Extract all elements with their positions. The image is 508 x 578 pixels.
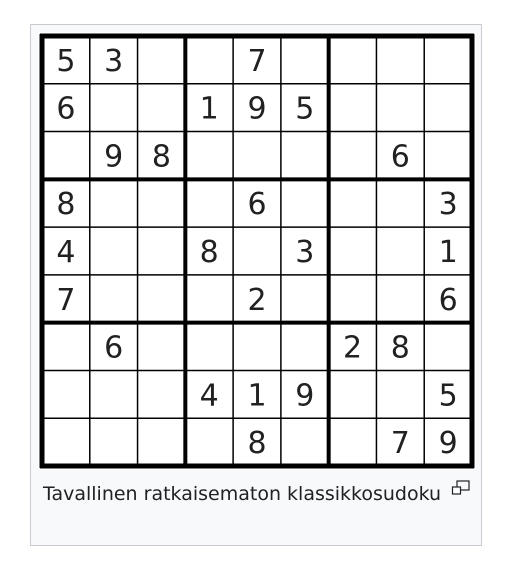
sudoku-cell[interactable] [137,227,186,275]
sudoku-cell[interactable] [376,179,425,228]
sudoku-given-digit: 9 [439,426,458,461]
sudoku-given-digit: 1 [439,235,458,270]
sudoku-given-digit: 6 [56,92,75,127]
sudoku-cell[interactable] [233,227,281,275]
sudoku-cell[interactable] [185,131,234,180]
sudoku-cell[interactable] [280,36,329,84]
sudoku-cell[interactable] [280,322,329,371]
sudoku-grid: 5 3 76 1 9 59 8 68 6 34 8 3 17 2 66 2 84 1 9 58 7 9 [39,33,475,469]
sudoku-cell[interactable] [89,179,138,228]
sudoku-given-digit: 1 [247,378,266,413]
sudoku-cell[interactable] [424,83,472,132]
sudoku-cell[interactable] [233,322,281,371]
sudoku-given-digit: 1 [200,92,219,127]
sudoku-given-digit: 5 [439,378,458,413]
sudoku-cell[interactable] [233,131,281,180]
sudoku-cell[interactable] [328,227,377,275]
sudoku-given-digit: 8 [247,426,266,461]
sudoku-cell[interactable] [89,227,138,275]
sudoku-cell[interactable] [42,370,90,419]
sudoku-cell[interactable] [137,83,186,132]
sudoku-given-digit: 2 [343,331,362,366]
sudoku-given-digit: 9 [295,378,314,413]
sudoku-given-digit: 3 [439,187,458,222]
sudoku-cell[interactable] [376,274,425,323]
magnify-clip-icon[interactable] [451,480,471,496]
sudoku-cell[interactable] [328,370,377,419]
sudoku-cell[interactable] [89,418,138,466]
sudoku-cell[interactable] [328,83,377,132]
sudoku-given-digit: 5 [295,92,314,127]
sudoku-cell[interactable] [89,274,138,323]
sudoku-cell[interactable] [328,179,377,228]
sudoku-given-digit: 6 [104,331,123,366]
sudoku-cell[interactable] [137,322,186,371]
sudoku-given-digit: 4 [56,235,75,270]
sudoku-given-digit: 6 [247,187,266,222]
sudoku-cell[interactable] [328,418,377,466]
sudoku-cell[interactable] [137,370,186,419]
sudoku-cell[interactable] [137,418,186,466]
sudoku-given-digit: 8 [391,331,410,366]
sudoku-board[interactable]: 537619598686348317266284195879 [38,32,476,470]
sudoku-cell[interactable] [280,418,329,466]
sudoku-given-digit: 4 [200,378,219,413]
sudoku-cell[interactable] [280,274,329,323]
sudoku-cell[interactable] [185,179,234,228]
sudoku-given-digit: 8 [56,187,75,222]
sudoku-cell[interactable] [280,179,329,228]
sudoku-cell[interactable] [42,322,90,371]
sudoku-cell[interactable] [185,36,234,84]
sudoku-cell[interactable] [376,36,425,84]
sudoku-cell[interactable] [328,131,377,180]
sudoku-given-digit: 8 [200,235,219,270]
sudoku-cell[interactable] [137,179,186,228]
sudoku-given-digit: 2 [247,283,266,318]
sudoku-cell[interactable] [185,274,234,323]
sudoku-given-digit: 9 [247,92,266,127]
sudoku-cell[interactable] [328,274,377,323]
sudoku-cell[interactable] [185,418,234,466]
sudoku-cell[interactable] [185,322,234,371]
sudoku-given-digit: 5 [56,44,75,79]
sudoku-given-digit: 6 [391,139,410,174]
sudoku-given-digit: 8 [152,139,171,174]
sudoku-cell[interactable] [328,36,377,84]
sudoku-given-digit: 7 [391,426,410,461]
sudoku-given-digit: 7 [247,44,266,79]
sudoku-cell[interactable] [42,418,90,466]
sudoku-cell[interactable] [89,83,138,132]
sudoku-cell[interactable] [424,131,472,180]
sudoku-cell[interactable] [42,131,90,180]
sudoku-cell[interactable] [424,36,472,84]
sudoku-given-digit: 9 [104,139,123,174]
figure-caption: Tavallinen ratkaisematon klassikkosudoku [43,483,442,505]
sudoku-given-digit: 7 [56,283,75,318]
sudoku-cell[interactable] [137,36,186,84]
sudoku-cell[interactable] [89,370,138,419]
sudoku-cell[interactable] [137,274,186,323]
sudoku-cell[interactable] [280,131,329,180]
sudoku-cell[interactable] [376,227,425,275]
sudoku-given-digit: 6 [439,283,458,318]
sudoku-given-digit: 3 [104,44,123,79]
sudoku-cell[interactable] [376,83,425,132]
sudoku-given-digit: 3 [295,235,314,270]
sudoku-cell[interactable] [376,370,425,419]
sudoku-cell[interactable] [424,322,472,371]
